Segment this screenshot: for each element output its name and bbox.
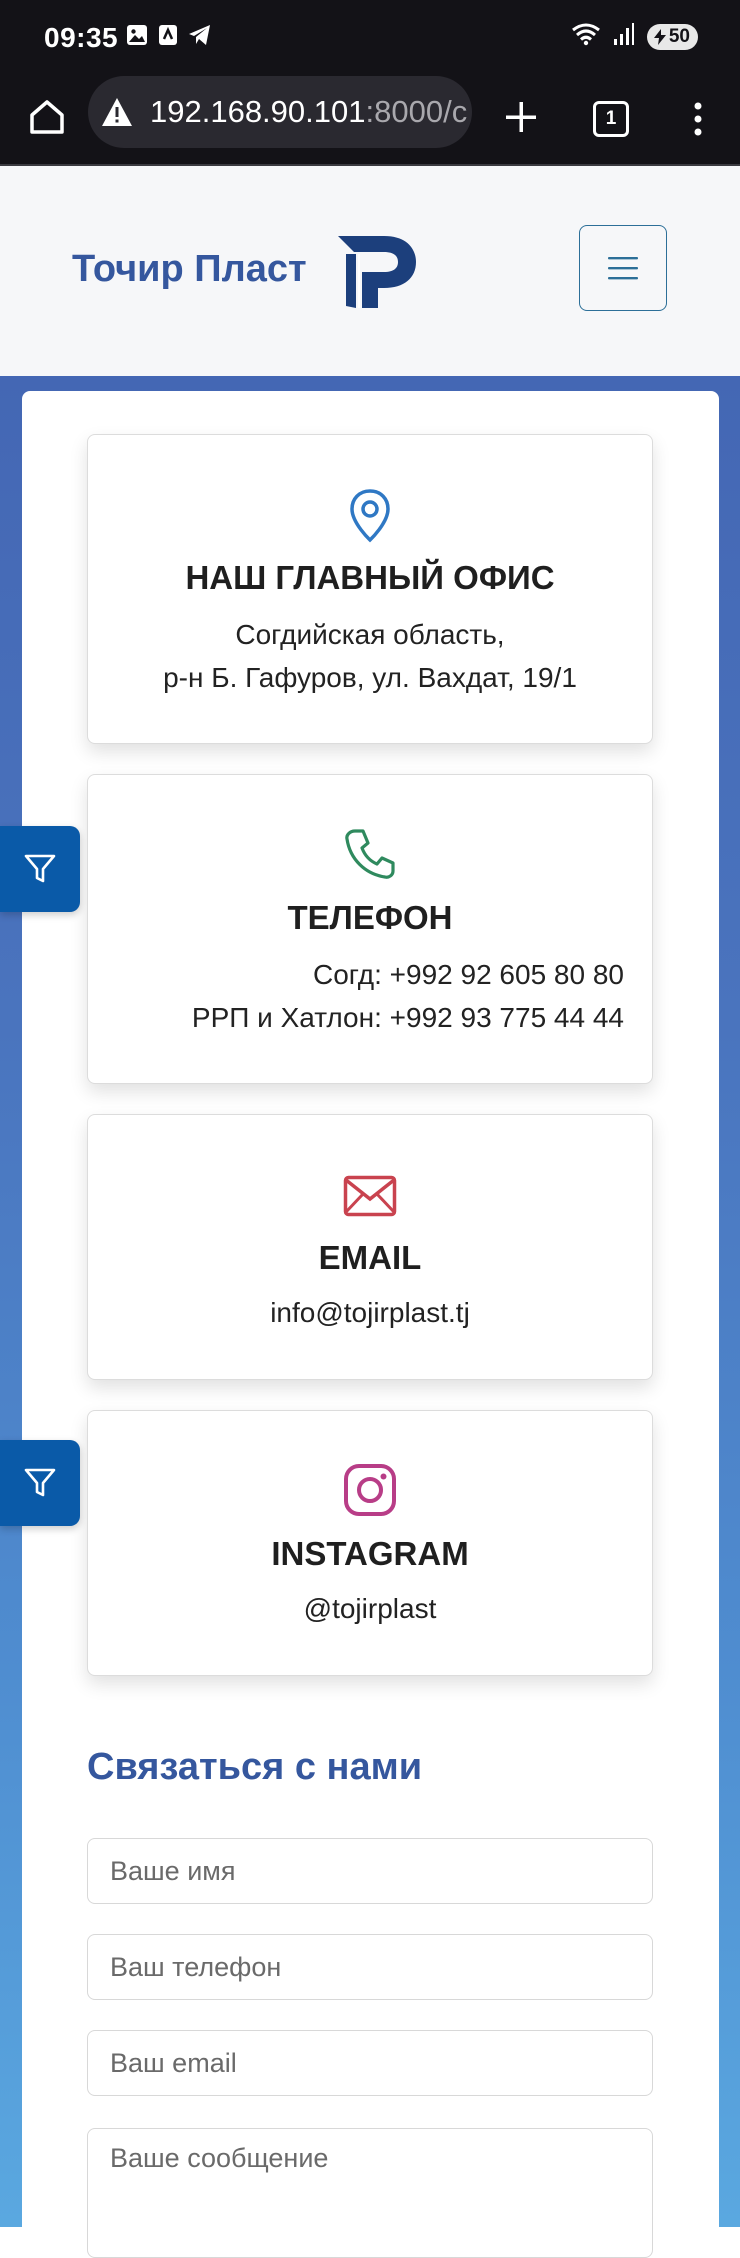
filter-tab-button[interactable] bbox=[0, 1440, 80, 1526]
gallery-icon bbox=[126, 24, 148, 51]
address-bar[interactable]: 192.168.90.101:8000/c bbox=[88, 76, 472, 148]
signal-icon bbox=[613, 22, 635, 51]
telegram-icon bbox=[188, 24, 212, 51]
envelope-icon bbox=[341, 1167, 399, 1225]
status-bar: 09:35 50 bbox=[0, 0, 740, 72]
hamburger-menu-icon bbox=[608, 257, 638, 280]
email-card: EMAIL info@tojirplast.tj bbox=[87, 1114, 653, 1380]
wifi-icon bbox=[571, 22, 601, 51]
office-address-line-2: р-н Б. Гафуров, ул. Вахдат, 19/1 bbox=[163, 662, 577, 693]
name-input[interactable] bbox=[87, 1838, 653, 1904]
phone-line-sogd[interactable]: Согд: +992 92 605 80 80 bbox=[104, 959, 624, 991]
card-title: НАШ ГЛАВНЫЙ ОФИС bbox=[185, 559, 555, 596]
email-input[interactable] bbox=[87, 2030, 653, 2096]
card-title: EMAIL bbox=[318, 1239, 422, 1276]
contact-form-title: Связаться с нами bbox=[87, 1746, 423, 1788]
browser-menu-button[interactable] bbox=[674, 92, 722, 146]
charging-bolt-icon bbox=[653, 28, 666, 45]
map-pin-icon bbox=[341, 487, 399, 545]
phone-icon bbox=[341, 825, 399, 883]
not-secure-warning-icon[interactable] bbox=[98, 93, 136, 131]
url-host: 192.168.90.101 bbox=[150, 94, 366, 129]
site-header: Точир Пласт bbox=[0, 166, 740, 376]
phone-line-rrp-khatlon[interactable]: РРП и Хатлон: +992 93 775 44 44 bbox=[104, 1002, 624, 1034]
filter-icon bbox=[24, 854, 56, 883]
nav-toggle-button[interactable] bbox=[579, 225, 667, 311]
home-button[interactable] bbox=[22, 92, 72, 142]
plus-icon bbox=[506, 102, 536, 132]
new-tab-button[interactable] bbox=[494, 90, 548, 144]
system-status-icons: 50 bbox=[571, 22, 698, 51]
app-notification-icon bbox=[158, 24, 178, 51]
email-address[interactable]: info@tojirplast.tj bbox=[88, 1297, 652, 1329]
filter-tab-button[interactable] bbox=[0, 826, 80, 912]
card-title: ТЕЛЕФОН bbox=[287, 899, 453, 936]
notification-icons bbox=[126, 24, 212, 51]
instagram-card: INSTAGRAM @tojirplast bbox=[87, 1410, 653, 1676]
url-text[interactable]: 192.168.90.101:8000/c bbox=[150, 94, 467, 130]
filter-icon bbox=[24, 1468, 56, 1497]
status-time: 09:35 bbox=[44, 22, 119, 53]
battery-level: 50 bbox=[668, 25, 690, 47]
browser-toolbar: 192.168.90.101:8000/c 1 bbox=[0, 72, 740, 166]
battery-indicator: 50 bbox=[646, 23, 698, 50]
brand-name[interactable]: Точир Пласт bbox=[72, 248, 307, 291]
card-title: INSTAGRAM bbox=[271, 1535, 469, 1572]
office-address-line-1: Согдийская область, bbox=[235, 619, 505, 650]
phone-input[interactable] bbox=[87, 1934, 653, 2000]
more-vertical-icon bbox=[694, 102, 702, 136]
brand-logo[interactable] bbox=[332, 228, 418, 310]
tab-switcher-button[interactable]: 1 bbox=[584, 92, 638, 146]
instagram-handle[interactable]: @tojirplast bbox=[88, 1593, 652, 1625]
tab-count: 1 bbox=[593, 101, 629, 137]
phone-card: ТЕЛЕФОН Согд: +992 92 605 80 80 РРП и Ха… bbox=[87, 774, 653, 1084]
home-icon bbox=[30, 100, 64, 134]
office-card: НАШ ГЛАВНЫЙ ОФИС Согдийская область, р-н… bbox=[87, 434, 653, 744]
message-textarea[interactable] bbox=[87, 2128, 653, 2258]
url-path: :8000/c bbox=[365, 94, 468, 129]
instagram-icon bbox=[341, 1461, 399, 1519]
